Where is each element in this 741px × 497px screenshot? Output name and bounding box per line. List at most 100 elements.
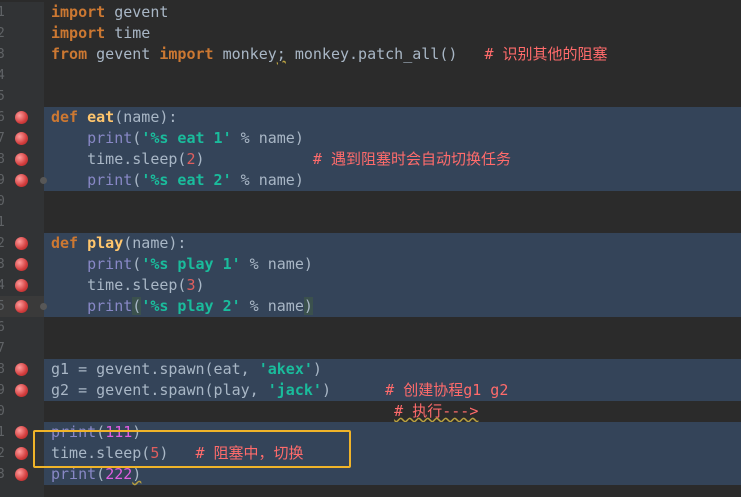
gutter[interactable]: 9	[0, 170, 47, 191]
gutter[interactable]: 7	[0, 128, 44, 149]
keyword: import	[159, 45, 214, 63]
gutter[interactable]: 3	[0, 44, 44, 65]
fold-marker-icon[interactable]	[40, 303, 47, 310]
line-number: 1	[0, 215, 5, 230]
gutter[interactable]: 2	[0, 23, 44, 44]
gutter[interactable]: 5	[0, 86, 44, 107]
code-token: % name)	[231, 129, 304, 147]
code-text[interactable]: from gevent import monkey; monkey.patch_…	[51, 44, 608, 65]
code-line[interactable]: 6	[0, 317, 741, 338]
keyword: def	[51, 234, 79, 252]
code-line[interactable]: 0 # 执行--->	[0, 401, 741, 422]
code-line[interactable]: 8 g1 = gevent.spawn(eat, 'akex')	[0, 359, 741, 380]
bracket-match: )	[303, 297, 313, 315]
breakpoint-icon[interactable]	[15, 363, 28, 376]
code-editor[interactable]: 1 import gevent 2 import time 3 from gev…	[0, 0, 741, 497]
gutter[interactable]: 6	[0, 317, 44, 338]
code-text[interactable]: time.sleep(2) # 遇到阻塞时会自动切换任务	[51, 149, 511, 170]
line-number: 7	[0, 341, 5, 356]
gutter[interactable]: 0	[0, 191, 44, 212]
code-token: monkey.patch_all()	[285, 45, 458, 63]
code-line[interactable]: 4 time.sleep(3)	[0, 275, 741, 296]
code-line[interactable]: 0	[0, 191, 741, 212]
code-line[interactable]: 2 import time	[0, 23, 741, 44]
gutter[interactable]: 9	[0, 380, 44, 401]
code-text[interactable]: print('%s play 2' % name)	[51, 296, 313, 317]
line-number: 3	[0, 47, 5, 62]
breakpoint-icon[interactable]	[15, 384, 28, 397]
breakpoint-icon[interactable]	[15, 447, 28, 460]
builtin: print	[87, 129, 133, 147]
line-number: 5	[0, 299, 5, 314]
line-number: 3	[0, 467, 5, 482]
code-token: time.sleep(	[87, 276, 187, 294]
code-token: (	[132, 129, 142, 147]
gutter[interactable]: 2	[0, 233, 44, 254]
breakpoint-icon[interactable]	[15, 468, 28, 481]
gutter[interactable]: 3	[0, 254, 44, 275]
code-text[interactable]: import time	[51, 23, 150, 44]
breakpoint-icon[interactable]	[15, 153, 28, 166]
line-number: 8	[0, 152, 5, 167]
code-line[interactable]: 5	[0, 86, 741, 107]
breakpoint-icon[interactable]	[15, 132, 28, 145]
gutter[interactable]: 1	[0, 2, 44, 23]
gutter[interactable]: 7	[0, 338, 44, 359]
gutter[interactable]: 6	[0, 107, 44, 128]
code-text[interactable]: import gevent	[51, 2, 168, 23]
breakpoint-icon[interactable]	[15, 300, 28, 313]
code-line[interactable]: 3 print('%s play 1' % name)	[0, 254, 741, 275]
code-token: % name)	[231, 171, 304, 189]
gutter[interactable]: 1	[0, 212, 44, 233]
breakpoint-icon[interactable]	[15, 258, 28, 271]
code-text[interactable]: g1 = gevent.spawn(eat, 'akex')	[51, 359, 322, 380]
code-text[interactable]: print('%s eat 2' % name)	[51, 170, 304, 191]
code-line[interactable]: 6 def eat(name):	[0, 107, 741, 128]
code-token: g2 = gevent.spawn(play,	[51, 381, 268, 399]
code-token: % name	[240, 297, 304, 315]
code-line[interactable]: 9 print('%s eat 2' % name)	[0, 170, 741, 191]
code-line[interactable]: 3 from gevent import monkey; monkey.patc…	[0, 44, 741, 65]
breakpoint-icon[interactable]	[15, 174, 28, 187]
gutter[interactable]: 8	[0, 149, 44, 170]
code-text[interactable]: print('%s play 1' % name)	[51, 254, 313, 275]
code-text[interactable]: g2 = gevent.spawn(play, 'jack') # 创建协程g1…	[51, 380, 508, 401]
code-token: (	[132, 255, 142, 273]
line-number: 1	[0, 5, 5, 20]
code-text[interactable]: def play(name):	[51, 233, 186, 254]
breakpoint-icon[interactable]	[15, 279, 28, 292]
line-number: 9	[0, 383, 5, 398]
breakpoint-icon[interactable]	[15, 237, 28, 250]
breakpoint-icon[interactable]	[15, 111, 28, 124]
code-token: ;	[276, 45, 286, 63]
breakpoint-icon[interactable]	[15, 426, 28, 439]
code-line[interactable]: 9 g2 = gevent.spawn(play, 'jack') # 创建协程…	[0, 380, 741, 401]
line-number: 4	[0, 278, 5, 293]
code-text[interactable]: def eat(name):	[51, 107, 177, 128]
gutter[interactable]: 5	[0, 296, 47, 317]
code-line[interactable]: 7	[0, 338, 741, 359]
string: '%s eat 1'	[141, 129, 232, 147]
number: 3	[186, 276, 196, 294]
gutter[interactable]: 0	[0, 401, 44, 422]
gutter[interactable]: 4	[0, 275, 44, 296]
code-line[interactable]: 7 print('%s eat 1' % name)	[0, 128, 741, 149]
code-text[interactable]: time.sleep(3)	[51, 275, 204, 296]
code-line[interactable]: 1 import gevent	[0, 2, 741, 23]
fold-marker-icon[interactable]	[40, 177, 47, 184]
code-line[interactable]: 4	[0, 65, 741, 86]
code-line[interactable]: 5 print('%s play 2' % name)	[0, 296, 741, 317]
code-line[interactable]: 1	[0, 212, 741, 233]
gutter[interactable]: 4	[0, 65, 44, 86]
code-text[interactable]: print('%s eat 1' % name)	[51, 128, 304, 149]
line-number: 3	[0, 257, 5, 272]
gutter[interactable]: 8	[0, 359, 44, 380]
code-line[interactable]: 2 def play(name):	[0, 233, 741, 254]
code-text[interactable]: # 执行--->	[51, 401, 478, 422]
code-line[interactable]: 8 time.sleep(2) # 遇到阻塞时会自动切换任务	[0, 149, 741, 170]
line-number: 4	[0, 68, 5, 83]
